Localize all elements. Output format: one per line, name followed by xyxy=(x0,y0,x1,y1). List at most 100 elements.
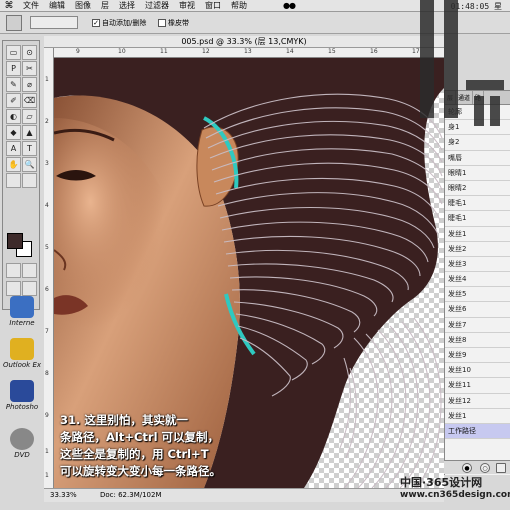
eyedropper-tool-icon[interactable] xyxy=(22,173,37,188)
watermark-title: 中国·365设计网 xyxy=(400,476,483,489)
brush-tool-icon[interactable]: ✎ xyxy=(6,77,21,92)
auto-add-label: 自动添加/删除 xyxy=(102,19,147,27)
ruler-tick: 13 xyxy=(244,48,252,55)
menu-help[interactable]: 帮助 xyxy=(226,0,252,11)
ruler-tick: 12 xyxy=(202,48,210,55)
notes-tool-icon[interactable] xyxy=(6,173,21,188)
path-list-item[interactable]: 身2 xyxy=(445,135,510,151)
desktop-icon-label: Photosho xyxy=(5,403,39,411)
lasso-tool-icon[interactable]: P xyxy=(6,61,21,76)
path-list-item[interactable]: 发丝2 xyxy=(445,242,510,257)
menu-file[interactable]: 文件 xyxy=(18,0,44,11)
paths-panel-footer: ● ○ xyxy=(444,460,510,474)
rubber-band-label: 橡皮带 xyxy=(168,19,189,27)
path-list-item[interactable]: 眼睛1 xyxy=(445,166,510,181)
desktop-icon-label: Interne xyxy=(9,319,35,327)
move-tool-icon[interactable]: ⊙ xyxy=(22,45,37,60)
zoom-tool-icon[interactable]: 🔍 xyxy=(22,157,37,172)
document-title-bar[interactable]: 005.psd @ 33.3% (层 13,CMYK) xyxy=(44,36,444,48)
path-list-item[interactable]: 发丝9 xyxy=(445,348,510,364)
crop-tool-icon[interactable]: ✂ xyxy=(22,61,37,76)
path-list-item[interactable]: 发丝6 xyxy=(445,302,510,318)
menu-window[interactable]: 窗口 xyxy=(200,0,226,11)
type-tool-icon[interactable]: T xyxy=(22,141,37,156)
rubber-band-option[interactable]: 橡皮带 xyxy=(158,18,189,28)
path-list-item[interactable]: 睫毛1 xyxy=(445,211,510,227)
ruler-horizontal[interactable]: 9 10 11 12 13 14 15 16 17 xyxy=(54,48,444,58)
path-list-item[interactable]: 睫毛1 xyxy=(445,196,510,212)
menu-edit[interactable]: 编辑 xyxy=(44,0,70,11)
blur-tool-icon[interactable]: ▱ xyxy=(22,109,37,124)
mail-icon xyxy=(10,338,34,360)
ruler-tick: 8 xyxy=(45,370,49,377)
auto-add-checkbox[interactable]: ✓ xyxy=(92,19,100,27)
path-select-icon[interactable]: ▲ xyxy=(22,125,37,140)
layers-panel: 层 通道 路 轮廓 身1 身2 嘴唇 眼睛1 眼睛2 睫毛1 睫毛1 发丝1 发… xyxy=(444,90,510,475)
ruler-vertical[interactable]: 1 2 3 4 5 6 7 8 9 1 1 xyxy=(44,48,54,488)
zoom-level[interactable]: 33.33% xyxy=(50,489,77,502)
stamp-tool-icon[interactable]: ⌀ xyxy=(22,77,37,92)
ruler-tick: 3 xyxy=(45,160,49,167)
desktop-icon-internet[interactable]: Interne xyxy=(0,296,44,327)
path-list-item[interactable]: 发丝4 xyxy=(445,272,510,288)
toolbox: ▭ ⊙ P ✂ ✎ ⌀ ✐ ⌫ ◐ ▱ ◆ ▲ A T ✋ 🔍 xyxy=(2,40,40,310)
apple-icon[interactable]: ⌘ xyxy=(0,1,18,11)
history-brush-icon[interactable]: ✐ xyxy=(6,93,21,108)
ruler-tick: 9 xyxy=(76,48,80,55)
caption-line: 这些全是复制的，用 Ctrl+T xyxy=(60,447,209,461)
path-list-item-selected[interactable]: 工作路径 xyxy=(445,423,510,440)
foreground-color-swatch[interactable] xyxy=(7,233,23,249)
ruler-tick: 5 xyxy=(45,244,49,251)
path-list-item[interactable]: 发丝12 xyxy=(445,394,510,409)
quickmask-mode-icon[interactable] xyxy=(22,263,37,278)
fill-path-icon[interactable]: ● xyxy=(462,463,472,473)
ruler-tick: 4 xyxy=(45,202,49,209)
ruler-tick: 10 xyxy=(118,48,126,55)
path-list-item[interactable]: 发丝11 xyxy=(445,378,510,394)
auto-add-option[interactable]: ✓ 自动添加/删除 xyxy=(92,18,146,28)
desktop-icon-dvd[interactable]: DVD xyxy=(0,428,44,459)
ruler-tick: 11 xyxy=(160,48,168,55)
menu-select[interactable]: 选择 xyxy=(114,0,140,11)
path-list-item[interactable]: 发丝1 xyxy=(445,227,510,242)
eraser-tool-icon[interactable]: ⌫ xyxy=(22,93,37,108)
path-list-item[interactable]: 发丝3 xyxy=(445,257,510,273)
path-mode-buttons[interactable] xyxy=(30,16,78,29)
menu-layer[interactable]: 层 xyxy=(96,0,114,11)
ruler-tick: 9 xyxy=(45,412,49,419)
desktop-icon-photoshop[interactable]: Photosho xyxy=(0,380,44,411)
path-list-item[interactable]: 发丝5 xyxy=(445,287,510,303)
path-list-item[interactable]: 发丝7 xyxy=(445,318,510,333)
ruler-tick: 1 xyxy=(45,472,49,479)
stroke-path-icon[interactable]: ○ xyxy=(480,463,490,473)
path-list-item[interactable]: 眼睛2 xyxy=(445,181,510,197)
marquee-tool-icon[interactable]: ▭ xyxy=(6,45,21,60)
hand-tool-icon[interactable]: ✋ xyxy=(6,157,21,172)
site-watermark: 中国·365设计网 www.cn365design.com xyxy=(400,474,510,506)
standard-mode-icon[interactable] xyxy=(6,263,21,278)
ruler-tick: 2 xyxy=(45,118,49,125)
dodge-tool-icon[interactable]: ◆ xyxy=(6,125,21,140)
photoshop-icon xyxy=(10,380,34,402)
pen-tool-icon[interactable]: A xyxy=(6,141,21,156)
path-list-item[interactable]: 发丝1 xyxy=(445,409,510,424)
desktop-icon-outlook[interactable]: Outlook Ex xyxy=(0,338,44,369)
pen-tool-preset-icon[interactable] xyxy=(6,15,22,31)
load-selection-icon[interactable] xyxy=(496,463,506,473)
menu-image[interactable]: 图像 xyxy=(70,0,96,11)
path-list-item[interactable]: 发丝8 xyxy=(445,333,510,348)
menu-filter[interactable]: 过滤器 xyxy=(140,0,174,11)
caption-line: 条路径，Alt+Ctrl 可以复制， xyxy=(60,430,220,444)
eyes-icon: ●● xyxy=(283,1,296,10)
rubber-band-checkbox[interactable] xyxy=(158,19,166,27)
dvd-icon xyxy=(10,428,34,450)
caption-line: 31. 这里别怕，其实就一 xyxy=(60,413,188,427)
doc-size: Doc: 62.3M/102M xyxy=(100,491,162,499)
status-bar: 33.33% Doc: 62.3M/102M xyxy=(44,488,444,502)
path-list-item[interactable]: 嘴唇 xyxy=(445,151,510,166)
path-list-item[interactable]: 发丝10 xyxy=(445,363,510,379)
fullscreen-mode-icon[interactable] xyxy=(22,281,37,296)
menu-view[interactable]: 审视 xyxy=(174,0,200,11)
screen-mode-icon[interactable] xyxy=(6,281,21,296)
gradient-tool-icon[interactable]: ◐ xyxy=(6,109,21,124)
